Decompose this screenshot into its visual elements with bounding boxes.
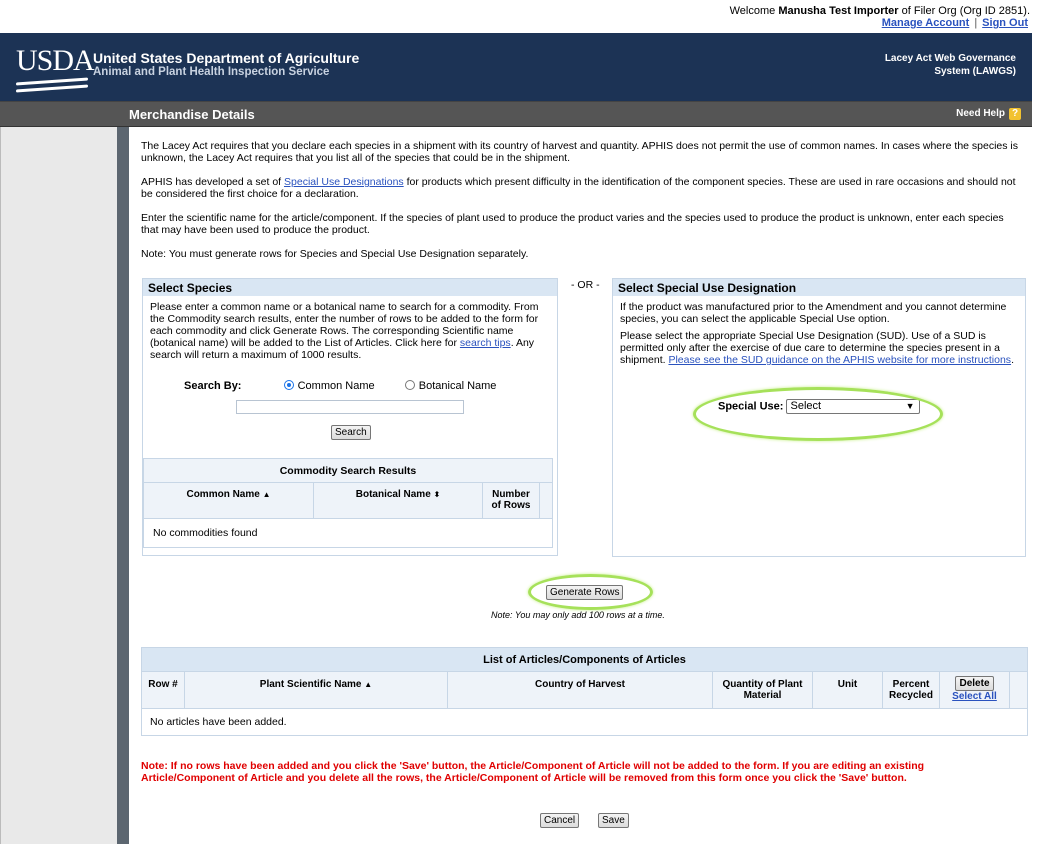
intro-paragraph-2: APHIS has developed a set of Special Use… — [141, 176, 1023, 200]
common-name-radio-label: Common Name — [297, 380, 375, 392]
highlight-ring — [693, 387, 943, 441]
manage-account-link[interactable]: Manage Account — [882, 17, 970, 29]
botanical-name-radio-label: Botanical Name — [418, 380, 497, 392]
commodity-results-grid: Commodity Search Results Common Name ▲ B… — [143, 458, 553, 548]
sud-text-2: Please select the appropriate Special Us… — [613, 330, 1025, 371]
sort-ascending-icon: ▲ — [262, 490, 271, 499]
agency-banner: USDA United States Department of Agricul… — [0, 33, 1032, 101]
col-common-name-label: Common Name — [186, 489, 260, 500]
search-by-row: Search By: Common Name Botanical Name — [184, 380, 496, 392]
col-unit: Unit — [813, 672, 883, 708]
sign-out-link[interactable]: Sign Out — [982, 17, 1028, 29]
department-name: United States Department of Agriculture — [93, 50, 360, 66]
col-percent-recycled: Percent Recycled — [883, 672, 940, 708]
search-button[interactable]: Search — [331, 425, 371, 440]
articles-header: Row # Plant Scientific Name ▲ Country of… — [142, 672, 1027, 709]
botanical-name-radio[interactable]: Botanical Name — [404, 380, 497, 392]
or-divider: - OR - — [571, 279, 600, 291]
col-common-name[interactable]: Common Name ▲ — [144, 483, 314, 518]
col-plant-scientific-name-label: Plant Scientific Name — [259, 679, 362, 690]
user-name: Manusha Test Importer — [778, 5, 899, 17]
articles-caption: List of Articles/Components of Articles — [142, 648, 1027, 672]
radio-selected-icon — [283, 380, 294, 390]
highlight-ring — [528, 574, 653, 610]
sud-text-1: If the product was manufactured prior to… — [620, 301, 1007, 325]
system-name: Lacey Act Web Governance System (LAWGS) — [885, 52, 1016, 78]
need-help-label: Need Help — [956, 108, 1005, 119]
common-name-radio[interactable]: Common Name — [283, 380, 375, 392]
sidebar-divider — [117, 127, 129, 844]
cancel-button[interactable]: Cancel — [540, 813, 580, 828]
link-separator: | — [974, 17, 978, 29]
sud-text-2-end: . — [1011, 354, 1014, 366]
intro-note: Note: You must generate rows for Species… — [141, 248, 529, 260]
main-content: The Lacey Act requires that you declare … — [129, 127, 1032, 844]
generate-rows-note: Note: You may only add 100 rows at a tim… — [491, 610, 665, 620]
intro-paragraph-3: Enter the scientific name for the articl… — [141, 212, 1004, 236]
user-bar: Welcome Manusha Test Importer of Filer O… — [0, 0, 1048, 33]
delete-button[interactable]: Delete — [955, 676, 994, 691]
no-articles-message: No articles have been added. — [150, 716, 287, 728]
commodity-results-header: Common Name ▲ Botanical Name ⬍ Number of … — [144, 483, 552, 519]
save-button[interactable]: Save — [598, 813, 629, 828]
col-quantity-label-2: Material — [743, 690, 782, 701]
commodity-results-caption: Commodity Search Results — [144, 459, 552, 483]
special-use-heading: Select Special Use Designation — [613, 279, 1025, 296]
intro-p2-text: APHIS has developed a set of — [141, 176, 285, 188]
select-all-link[interactable]: Select All — [952, 691, 997, 702]
col-country-of-harvest: Country of Harvest — [448, 672, 713, 708]
welcome-prefix: Welcome — [729, 5, 776, 17]
col-plant-scientific-name[interactable]: Plant Scientific Name ▲ — [185, 672, 448, 708]
search-by-label: Search By: — [184, 380, 242, 392]
welcome-text: Welcome Manusha Test Importer of Filer O… — [730, 5, 1030, 17]
col-number-of-rows: Number of Rows — [483, 483, 540, 518]
special-use-panel: Select Special Use Designation If the pr… — [612, 278, 1026, 557]
help-icon: ? — [1009, 108, 1021, 120]
save-warning-note: Note: If no rows have been added and you… — [141, 760, 925, 784]
usda-logo-wave — [16, 84, 88, 93]
select-species-heading: Select Species — [143, 279, 557, 296]
system-name-line1: Lacey Act Web Governance — [884, 53, 1016, 64]
page-title-bar: Merchandise Details Need Help? — [0, 101, 1032, 127]
sort-both-icon: ⬍ — [433, 490, 441, 499]
page-title: Merchandise Details — [129, 107, 255, 122]
org-text: of Filer Org (Org ID 2851). — [901, 5, 1030, 17]
intro-paragraph-1: The Lacey Act requires that you declare … — [141, 140, 1019, 164]
col-percent-label-1: Percent — [892, 679, 930, 690]
col-row-number: Row # — [142, 672, 185, 708]
select-species-panel: Select Species Please enter a common nam… — [142, 278, 558, 556]
sud-guidance-link[interactable]: Please see the SUD guidance on the APHIS… — [668, 354, 1011, 366]
special-use-designations-link[interactable]: Special Use Designations — [284, 176, 404, 188]
col-botanical-name[interactable]: Botanical Name ⬍ — [314, 483, 483, 518]
col-quantity: Quantity of Plant Material — [713, 672, 813, 708]
sort-ascending-icon: ▲ — [364, 680, 373, 689]
left-sidebar — [0, 127, 117, 844]
articles-list: List of Articles/Components of Articles … — [141, 647, 1028, 736]
col-rows-label-1: Number — [492, 489, 530, 500]
agency-name: Animal and Plant Health Inspection Servi… — [93, 66, 330, 78]
species-instructions: Please enter a common name or a botanica… — [143, 296, 557, 366]
col-quantity-label-1: Quantity of Plant — [722, 679, 803, 690]
usda-logo[interactable]: USDA — [8, 40, 95, 94]
search-tips-link[interactable]: search tips — [460, 337, 511, 349]
col-delete: Delete Select All — [940, 672, 1010, 708]
col-botanical-name-label: Botanical Name — [355, 489, 431, 500]
radio-unselected-icon — [404, 380, 415, 390]
col-percent-label-2: Recycled — [889, 690, 933, 701]
col-rows-label-2: of Rows — [491, 500, 531, 511]
commodity-search-input[interactable] — [236, 400, 464, 414]
usda-logo-text: USDA — [16, 44, 95, 77]
need-help-link[interactable]: Need Help? — [956, 108, 1021, 120]
no-commodities-message: No commodities found — [153, 527, 258, 539]
account-links: Manage Account | Sign Out — [882, 17, 1028, 29]
system-name-line2: System (LAWGS) — [934, 66, 1016, 77]
